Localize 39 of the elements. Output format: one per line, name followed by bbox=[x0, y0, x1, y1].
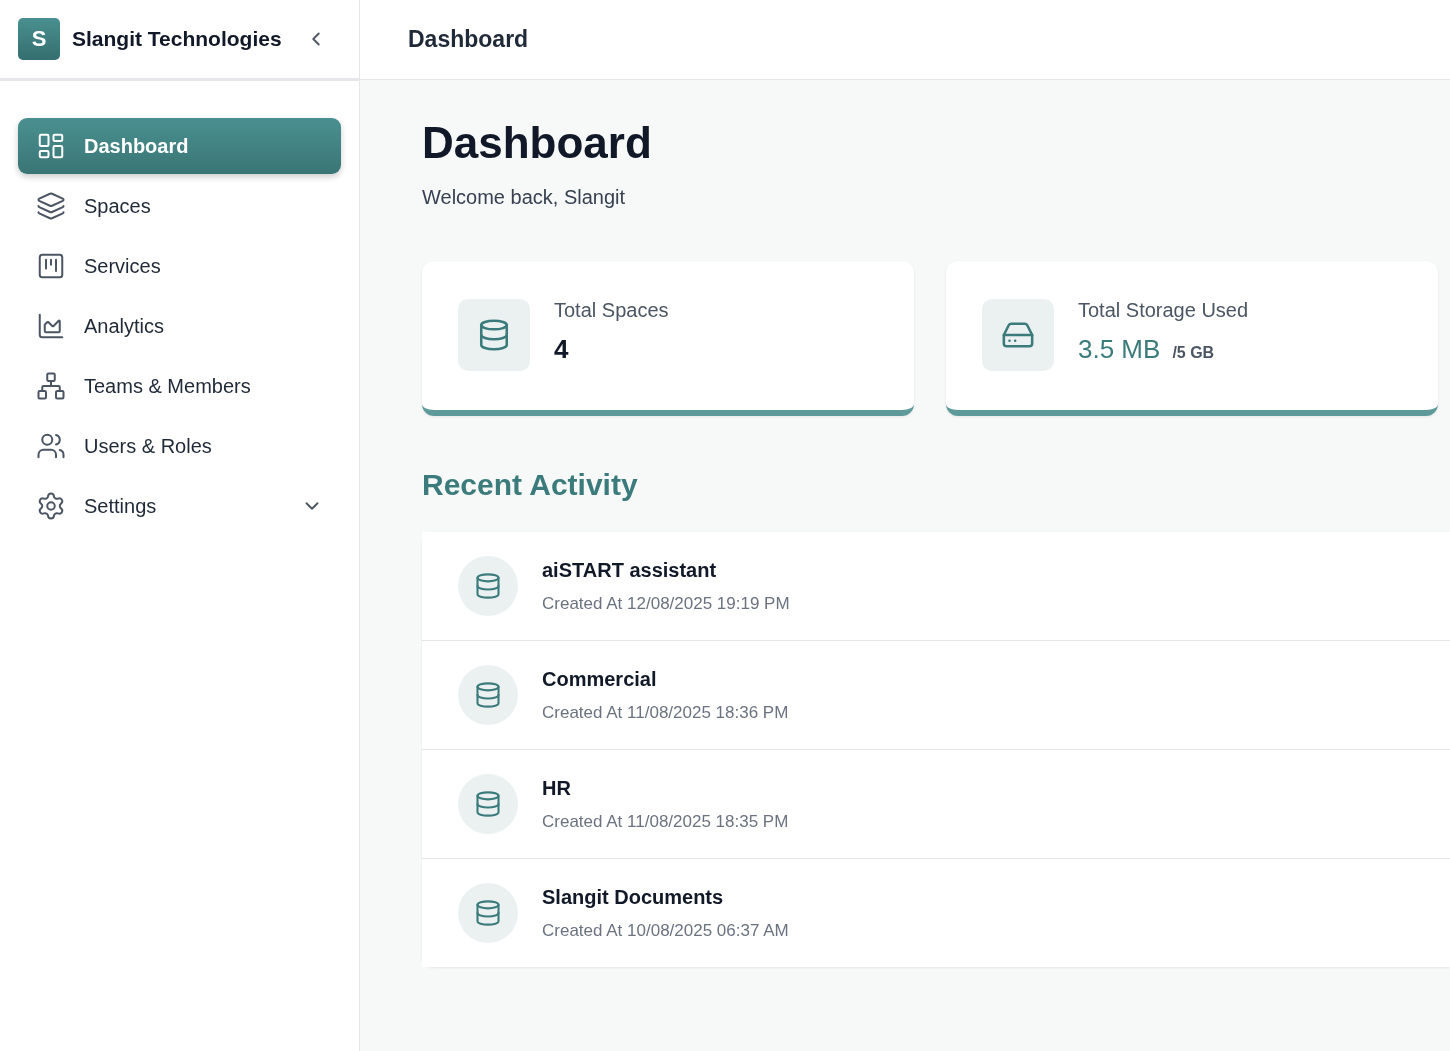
activity-row[interactable]: Slangit Documents Created At 10/08/2025 06:37 AM bbox=[422, 858, 1450, 967]
activity-row[interactable]: HR Created At 11/08/2025 18:35 PM bbox=[422, 749, 1450, 858]
activity-date: Created At 11/08/2025 18:35 PM bbox=[542, 811, 789, 832]
nav-icon bbox=[36, 251, 66, 281]
stat-limit: /5 GB bbox=[1172, 344, 1215, 362]
nav-item[interactable]: Services bbox=[18, 238, 341, 294]
nav-icon bbox=[36, 191, 66, 221]
activity-name: HR bbox=[542, 776, 572, 800]
header-title: Dashboard bbox=[408, 26, 529, 53]
page-title: Dashboard bbox=[422, 118, 653, 168]
nav-item[interactable]: Analytics bbox=[18, 298, 341, 354]
welcome-text: Welcome back, Slangit bbox=[422, 186, 627, 209]
hard-drive-icon bbox=[982, 299, 1054, 371]
nav-item[interactable]: Settings bbox=[18, 478, 341, 534]
stat-label: Total Storage Used bbox=[1078, 299, 1249, 322]
stat-value: 4 bbox=[554, 334, 569, 365]
activity-date: Created At 12/08/2025 19:19 PM bbox=[542, 593, 790, 614]
nav-icon bbox=[36, 371, 66, 401]
nav-icon bbox=[36, 431, 66, 461]
activity-row[interactable]: Commercial Created At 11/08/2025 18:36 PM bbox=[422, 640, 1450, 749]
activity-name: Slangit Documents bbox=[542, 885, 725, 909]
nav-icon bbox=[36, 491, 66, 521]
stat-value: 3.5 MB bbox=[1078, 334, 1161, 365]
database-icon bbox=[458, 299, 530, 371]
nav-item[interactable]: Teams & Members bbox=[18, 358, 341, 414]
activity-name: aiSTART assistant bbox=[542, 558, 718, 582]
stat-label: Total Spaces bbox=[554, 299, 669, 322]
activity-name: Commercial bbox=[542, 667, 658, 691]
brand-logo: S bbox=[18, 18, 60, 60]
activity-date: Created At 10/08/2025 06:37 AM bbox=[542, 920, 789, 941]
nav-icon bbox=[36, 311, 66, 341]
nav-item[interactable]: Users & Roles bbox=[18, 418, 341, 474]
activity-row[interactable]: aiSTART assistant Created At 12/08/2025 19:19 PM bbox=[422, 532, 1450, 640]
activity-date: Created At 11/08/2025 18:36 PM bbox=[542, 702, 789, 723]
nav-item[interactable]: Spaces bbox=[18, 178, 341, 234]
nav-item[interactable]: Dashboard bbox=[18, 118, 341, 174]
brand-name: Slangit Technologies bbox=[72, 27, 283, 51]
section-title: Recent Activity bbox=[422, 468, 639, 502]
nav-icon bbox=[36, 131, 66, 161]
